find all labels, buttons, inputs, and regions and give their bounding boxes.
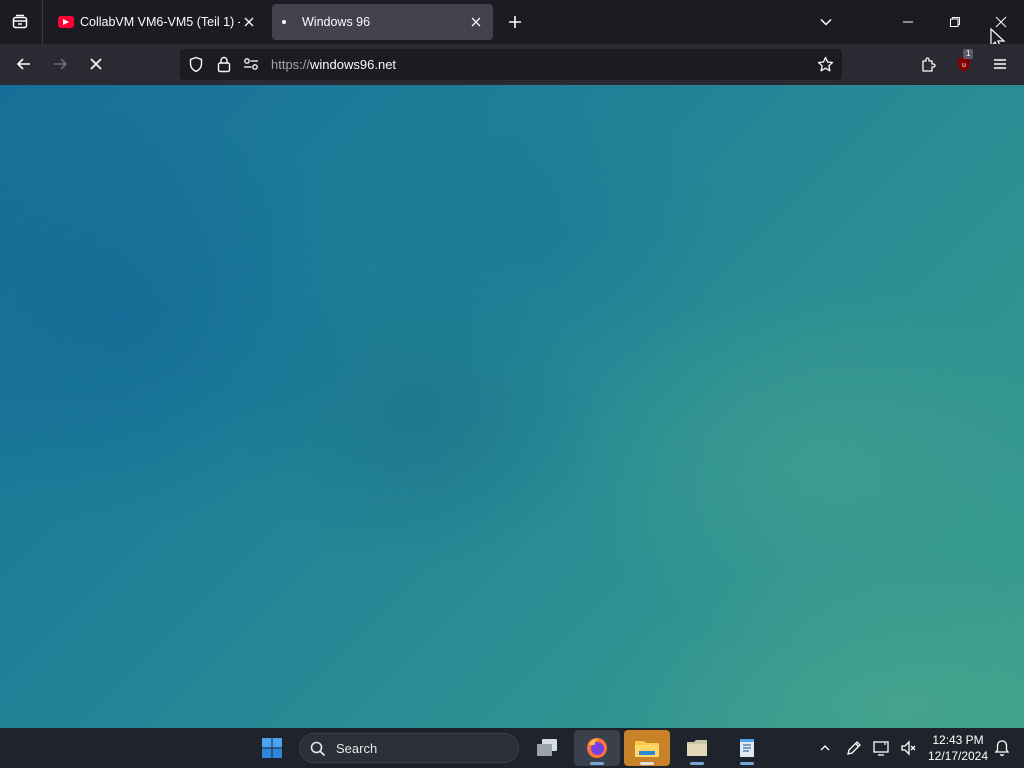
back-arrow-icon <box>16 58 30 70</box>
active-indicator <box>590 762 604 765</box>
tab-list-icon[interactable] <box>4 6 36 38</box>
minimize-icon <box>903 21 913 23</box>
extensions-button[interactable] <box>913 49 943 79</box>
menu-button[interactable] <box>985 49 1015 79</box>
display-tray-button[interactable] <box>871 738 891 758</box>
pen-icon <box>847 741 861 755</box>
lock-icon[interactable] <box>217 56 231 73</box>
active-indicator <box>690 762 704 765</box>
tab-separator <box>42 0 43 44</box>
address-bar[interactable]: https://windows96.net <box>180 49 842 80</box>
puzzle-icon <box>921 56 936 72</box>
bell-icon <box>994 740 1010 757</box>
date: 12/17/2024 <box>927 749 989 763</box>
tab-strip: CollabVM VM6-VM5 (Teil 1) - YouTube Wind… <box>0 0 1024 50</box>
start-icon <box>262 738 282 758</box>
close-tab-icon[interactable] <box>240 13 258 31</box>
tab-collabvm[interactable]: CollabVM VM6-VM5 (Teil 1) - YouTube <box>50 4 266 40</box>
loading-dot-icon <box>282 20 286 24</box>
pen-tray-button[interactable] <box>844 738 864 758</box>
task-view-button[interactable] <box>524 730 570 766</box>
tab-title: CollabVM VM6-VM5 (Teil 1) - YouTube <box>80 15 240 29</box>
firefox-taskbar-button[interactable] <box>574 730 620 766</box>
stop-button[interactable] <box>81 49 111 79</box>
shield-icon[interactable] <box>188 56 204 73</box>
search-label: Search <box>336 741 378 756</box>
close-tab-icon[interactable] <box>467 13 485 31</box>
navigation-toolbar: https://windows96.net u 1 <box>0 44 1024 85</box>
taskbar: Search 12:43 PM 12/17/2024 <box>0 728 1024 768</box>
hamburger-icon <box>994 59 1006 69</box>
show-hidden-icons-button[interactable] <box>815 738 835 758</box>
minimize-button[interactable] <box>892 6 924 38</box>
back-button[interactable] <box>9 49 39 79</box>
start-button[interactable] <box>249 730 295 766</box>
tab-title: Windows 96 <box>302 15 371 29</box>
time: 12:43 PM <box>932 733 984 747</box>
firefox-icon <box>587 738 607 758</box>
volume-muted-icon <box>901 740 916 756</box>
star-icon[interactable] <box>817 56 834 73</box>
close-icon <box>995 16 1007 28</box>
volume-tray-button[interactable] <box>899 738 919 758</box>
folder-taskbar-button[interactable] <box>674 730 720 766</box>
folder-icon <box>687 740 707 756</box>
display-icon <box>873 741 889 756</box>
permissions-icon[interactable] <box>243 57 259 71</box>
new-tab-button[interactable] <box>499 6 531 38</box>
ublock-button[interactable]: u 1 <box>949 49 979 79</box>
forward-button[interactable] <box>45 49 75 79</box>
search-box[interactable]: Search <box>299 733 519 763</box>
stop-icon <box>90 58 102 70</box>
page-content-desktop-background[interactable] <box>0 85 1024 728</box>
file-explorer-taskbar-button[interactable] <box>624 730 670 766</box>
url-text[interactable]: https://windows96.net <box>271 57 396 72</box>
forward-arrow-icon <box>54 58 68 70</box>
notifications-button[interactable] <box>992 738 1012 758</box>
restore-button[interactable] <box>939 6 971 38</box>
url-scheme: https:// <box>271 57 311 72</box>
plus-icon <box>509 16 521 28</box>
clock[interactable]: 12:43 PM 12/17/2024 <box>922 732 994 764</box>
tab-windows96[interactable]: Windows 96 <box>272 4 493 40</box>
search-icon <box>310 741 326 757</box>
extension-badge: 1 <box>963 49 974 59</box>
svg-text:u: u <box>962 62 966 69</box>
active-indicator <box>640 762 654 765</box>
task-view-icon <box>537 739 557 756</box>
notepad-taskbar-button[interactable] <box>724 730 770 766</box>
url-host: windows96.net <box>310 57 397 72</box>
chevron-up-icon <box>820 745 830 751</box>
restore-icon <box>950 17 960 27</box>
active-indicator <box>740 762 754 765</box>
chevron-down-icon <box>820 18 832 26</box>
notepad-icon <box>740 739 754 757</box>
youtube-icon <box>58 16 74 28</box>
list-all-tabs-button[interactable] <box>810 6 842 38</box>
file-explorer-icon <box>635 741 659 757</box>
